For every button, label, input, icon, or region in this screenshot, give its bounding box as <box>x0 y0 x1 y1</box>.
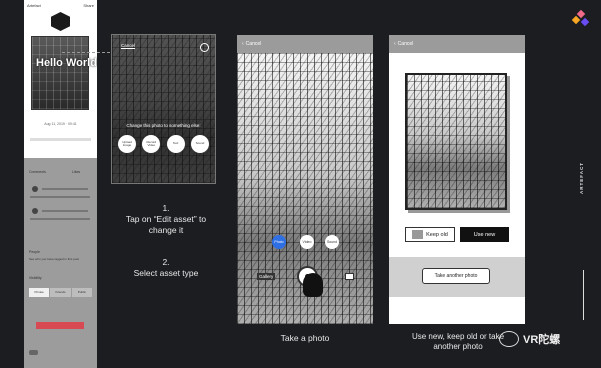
caption-step-2: 2. Select asset type <box>133 257 199 278</box>
location-pin-icon[interactable] <box>200 43 209 52</box>
toggle-pill[interactable] <box>29 350 38 355</box>
comment-line <box>42 188 88 190</box>
app-name: Artefact <box>27 3 41 8</box>
visibility-selector[interactable]: Private Friends Public <box>29 288 92 297</box>
people-desc: See who you have tagged in this post <box>29 257 79 261</box>
new-photo-preview <box>405 73 507 210</box>
upload-image-option[interactable]: Upload Image <box>118 135 136 153</box>
share-link[interactable]: Share <box>83 3 94 8</box>
comments-label: Comments <box>29 170 46 174</box>
camera-flip-icon[interactable] <box>345 273 354 280</box>
visibility-option[interactable]: Public <box>71 288 92 297</box>
back-chevron-icon[interactable]: ‹ <box>394 41 396 47</box>
comment-avatar <box>32 186 38 192</box>
divider <box>30 138 91 141</box>
old-photo-thumbnail <box>412 230 424 239</box>
camera-top-bar: ‹ Cancel <box>237 35 373 53</box>
sound-source-button[interactable]: Sound <box>325 235 339 249</box>
people-label: People <box>29 250 40 254</box>
post-card-title: Hello World <box>36 57 97 69</box>
visibility-label: Visibility <box>29 276 42 280</box>
use-new-button[interactable]: Use new <box>460 227 509 242</box>
scroll-indicator <box>583 270 584 320</box>
keep-old-button[interactable]: Keep old <box>405 227 455 242</box>
dark-overlay <box>112 35 215 183</box>
edit-header: Artefact Share <box>24 0 97 8</box>
caption-step-1: 1. Tap on “Edit asset” to change it <box>125 203 207 235</box>
delete-button[interactable] <box>36 322 84 329</box>
visibility-option[interactable]: Private <box>29 288 50 297</box>
gallery-button[interactable]: Gallery <box>257 273 276 280</box>
watermark: VR陀螺 <box>499 331 560 347</box>
visibility-option[interactable]: Friends <box>50 288 71 297</box>
camera-screen: ‹ Cancel Photo Video Sound Gallery <box>237 35 373 324</box>
asset-options: Upload Image Record Video Text Sound <box>118 135 209 153</box>
hexagon-logo-icon <box>51 12 70 31</box>
record-video-option[interactable]: Record Video <box>142 135 161 153</box>
hand-pointer-icon <box>303 273 323 297</box>
post-header-area: Artefact Share Hello World Aug 11, 2019 … <box>24 0 97 158</box>
caption-use-new: Use new, keep old or take another photo <box>411 332 505 351</box>
comment-line <box>30 218 90 220</box>
vertical-brand-label: ARTEFACT <box>579 162 584 194</box>
cancel-link[interactable]: Cancel <box>398 41 414 47</box>
post-date: Aug 11, 2019 · 09:41 <box>44 122 77 126</box>
likes-label: Likes <box>72 170 81 174</box>
review-screen: ‹ Cancel Keep old Use new Take another p… <box>389 35 525 324</box>
caption-take-photo: Take a photo <box>280 333 330 343</box>
overlay-message: Change this photo to something else: <box>126 123 201 128</box>
photo-source-button[interactable]: Photo <box>272 235 286 249</box>
review-top-bar: ‹ Cancel <box>389 35 525 53</box>
comment-avatar <box>32 208 38 214</box>
take-another-photo-button[interactable]: Take another photo <box>422 268 490 284</box>
wechat-icon <box>499 331 519 347</box>
back-chevron-icon[interactable]: ‹ <box>242 41 244 47</box>
asset-type-overlay: Cancel Change this photo to something el… <box>111 34 216 184</box>
text-option[interactable]: Text <box>166 135 185 153</box>
cancel-link[interactable]: Cancel <box>246 41 262 47</box>
post-card-image[interactable] <box>31 36 89 110</box>
comment-line <box>30 196 90 198</box>
watermark-text: VR陀螺 <box>523 334 561 346</box>
edit-post-screen: Artefact Share Hello World Aug 11, 2019 … <box>24 0 97 368</box>
video-source-button[interactable]: Video <box>300 235 314 249</box>
artefact-logo-icon <box>571 9 590 27</box>
sound-option[interactable]: Sound <box>190 135 209 153</box>
cancel-link[interactable]: Cancel <box>121 43 135 48</box>
keep-old-label: Keep old <box>426 231 448 238</box>
comment-line <box>42 210 88 212</box>
